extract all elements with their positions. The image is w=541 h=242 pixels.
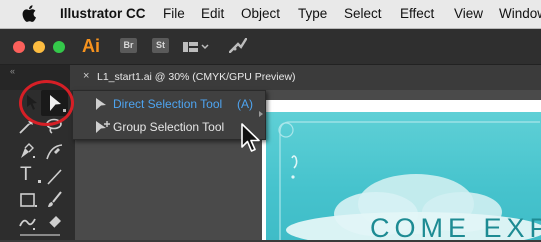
window-close-button[interactable] [13,41,25,53]
arrange-documents-icon[interactable] [183,40,209,58]
window-zoom-button[interactable] [53,41,65,53]
callout-circle [19,80,74,126]
artwork-background[interactable]: COME EXP [266,112,541,240]
flyout-item-group-selection[interactable]: Group Selection Tool [73,116,265,138]
group-selection-icon [95,120,111,139]
collapse-panels-icon[interactable]: « [10,66,15,76]
selection-tools-flyout: Direct Selection Tool (A) Group Selectio… [72,90,266,140]
flyout-item-direct-selection[interactable]: Direct Selection Tool (A) [73,93,265,115]
mac-menu-bar: Illustrator CC File Edit Object Type Sel… [0,0,541,29]
close-tab-icon[interactable]: × [83,70,89,82]
menu-effect[interactable]: Effect [400,6,434,21]
direct-selection-shortcut: (A) [237,97,253,111]
tearoff-arrow-icon[interactable] [259,111,263,117]
line-tool-icon[interactable] [46,168,64,191]
window-minimize-button[interactable] [33,41,45,53]
type-tool-icon[interactable]: T [20,165,32,184]
group-selection-label: Group Selection Tool [113,120,225,134]
app-menu-illustrator[interactable]: Illustrator CC [60,6,146,21]
adobe-stock-button[interactable]: St [152,38,169,53]
more-tools-row[interactable] [20,234,60,242]
curvature-tool-icon[interactable] [45,143,65,166]
artwork-headline: COME EXP [370,213,541,240]
apple-menu-icon[interactable] [22,5,36,25]
direct-selection-label: Direct Selection Tool [113,97,223,111]
rectangle-tool-icon[interactable] [19,191,39,214]
menu-window[interactable]: Window [499,6,541,21]
menu-edit[interactable]: Edit [201,6,224,21]
menu-view[interactable]: View [454,6,483,21]
document-tab-title: L1_start1.ai @ 30% (CMYK/GPU Preview) [97,71,296,83]
pen-tool-icon[interactable] [18,143,38,166]
type-tool-flyout-indicator [38,180,41,183]
bridge-button[interactable]: Br [120,38,137,53]
menu-file[interactable]: File [163,6,185,21]
paintbrush-tool-icon[interactable] [46,191,64,214]
mouse-pointer-icon [241,123,263,158]
gpu-performance-icon[interactable] [228,37,248,58]
menu-object[interactable]: Object [241,6,280,21]
menu-select[interactable]: Select [344,6,382,21]
direct-selection-icon [95,97,107,116]
eraser-tool-icon[interactable] [46,212,64,235]
menu-type[interactable]: Type [298,6,327,21]
document-tab[interactable]: × L1_start1.ai @ 30% (CMYK/GPU Preview) [70,65,541,90]
illustrator-app-icon: Ai [82,36,100,56]
